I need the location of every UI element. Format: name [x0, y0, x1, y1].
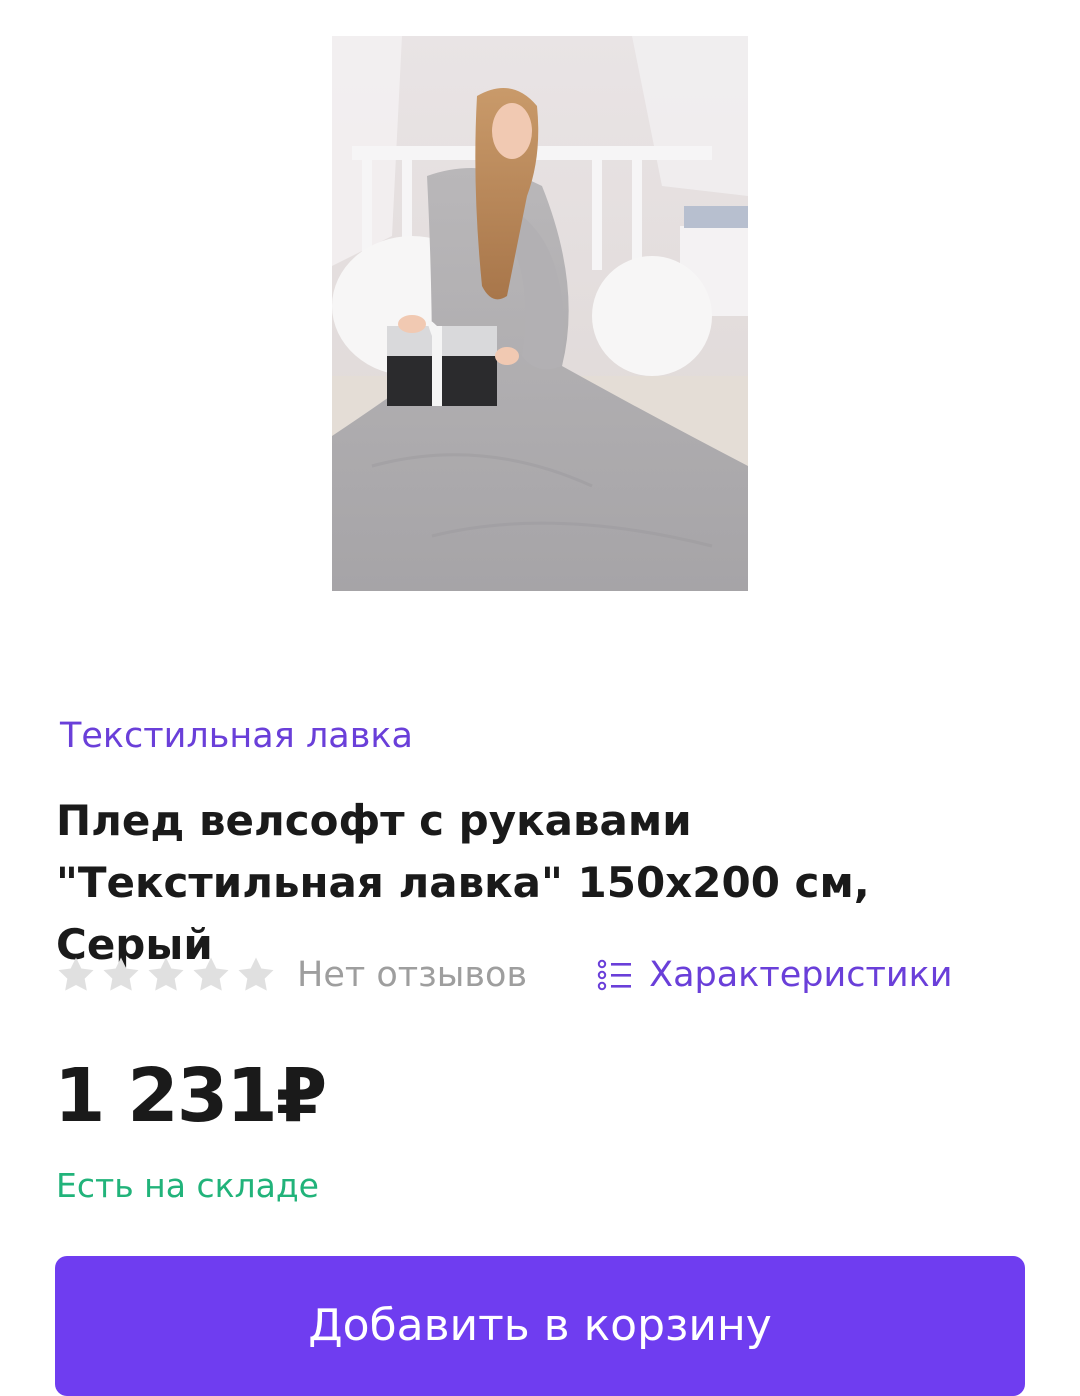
- star-icon: [193, 957, 229, 991]
- specs-link-label: Характеристики: [649, 955, 953, 995]
- product-photo[interactable]: [332, 36, 748, 591]
- star-icon: [238, 957, 274, 991]
- product-photo-illustration: [332, 36, 748, 591]
- stock-status: Есть на складе: [56, 1166, 319, 1205]
- rating-row: Нет отзывов Характеристики: [56, 948, 952, 1002]
- add-to-cart-label: Добавить в корзину: [308, 1300, 772, 1351]
- add-to-cart-button[interactable]: Добавить в корзину: [55, 1256, 1025, 1396]
- product-price: 1 231₽: [54, 1053, 327, 1139]
- star-icon: [103, 957, 139, 991]
- specs-link[interactable]: Характеристики: [597, 955, 952, 995]
- seller-link[interactable]: Текстильная лавка: [60, 716, 413, 756]
- star-icon: [148, 957, 184, 991]
- list-icon: [597, 959, 632, 991]
- rating-stars[interactable]: [56, 955, 281, 995]
- reviews-count[interactable]: Нет отзывов: [297, 955, 527, 995]
- star-icon: [58, 957, 94, 991]
